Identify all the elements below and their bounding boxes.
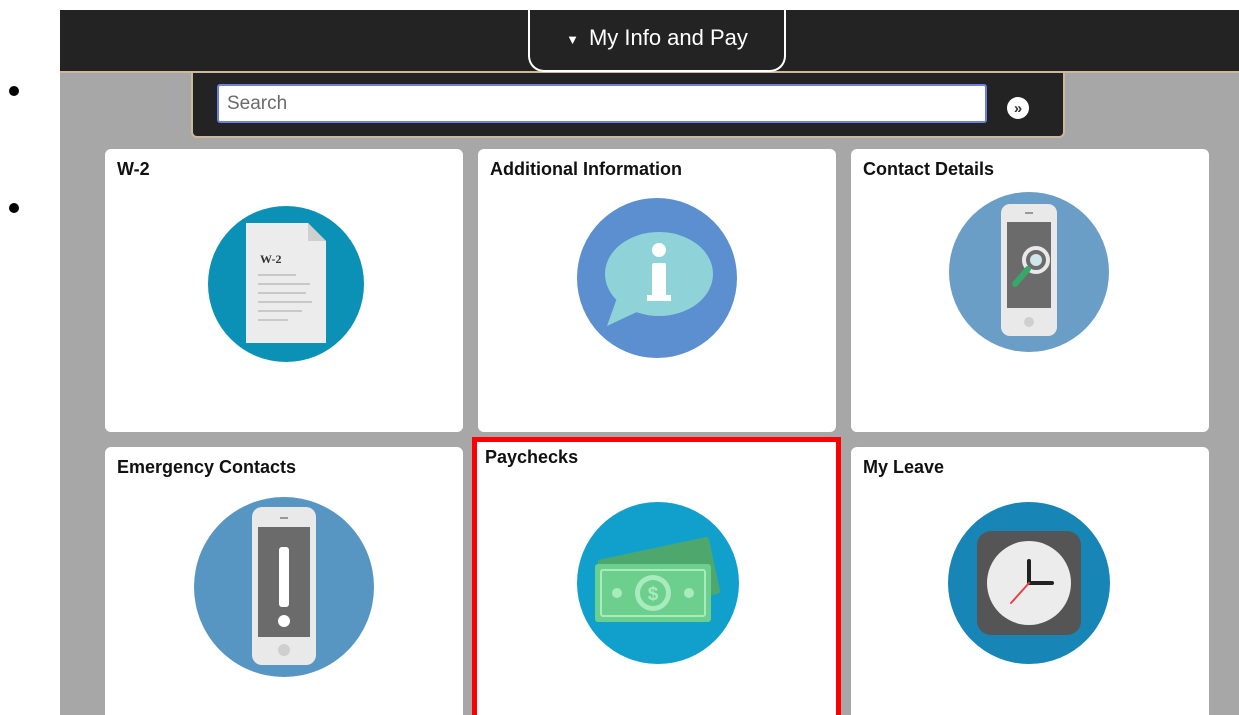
triangle-down-icon: ▼ [566, 31, 579, 47]
w2-icon-text: W-2 [260, 252, 282, 266]
tile-title: My Leave [863, 457, 945, 477]
tile-emergency-contacts[interactable]: Emergency Contacts [105, 447, 463, 715]
tile-title: Contact Details [863, 159, 995, 179]
app-frame: ▼ My Info and Pay » W-2 W-2 Additional I… [60, 10, 1239, 715]
homepage-selector-label: My Info and Pay [588, 25, 748, 50]
double-chevron-right-icon: » [1013, 99, 1023, 117]
tile-title: Additional Information [490, 159, 682, 179]
clock-icon [948, 502, 1110, 664]
tile-title: Emergency Contacts [117, 457, 297, 477]
money-bills-icon: $ [577, 502, 739, 664]
phone-alert-icon [194, 497, 374, 677]
tile-additional-information[interactable]: Additional Information [478, 149, 836, 432]
tile-w2[interactable]: W-2 W-2 [105, 149, 463, 432]
search-go-button[interactable]: » [1007, 97, 1029, 119]
tile-contact-details[interactable]: Contact Details [851, 149, 1209, 432]
homepage-selector-button[interactable]: ▼ My Info and Pay [528, 10, 786, 72]
info-speech-bubble-icon [577, 198, 737, 358]
search-input[interactable] [217, 84, 987, 123]
tile-paychecks[interactable]: Paychecks $ [472, 437, 841, 715]
w2-document-icon: W-2 [208, 206, 364, 362]
tile-title: Paychecks [485, 447, 579, 467]
phone-search-icon [949, 192, 1109, 352]
top-banner: ▼ My Info and Pay [60, 10, 1239, 73]
tile-my-leave[interactable]: My Leave [851, 447, 1209, 715]
list-bullet [9, 86, 19, 96]
list-bullet [9, 203, 19, 213]
tile-title: W-2 [117, 159, 150, 179]
svg-text:$: $ [648, 584, 659, 605]
search-bar: » [191, 73, 1065, 138]
